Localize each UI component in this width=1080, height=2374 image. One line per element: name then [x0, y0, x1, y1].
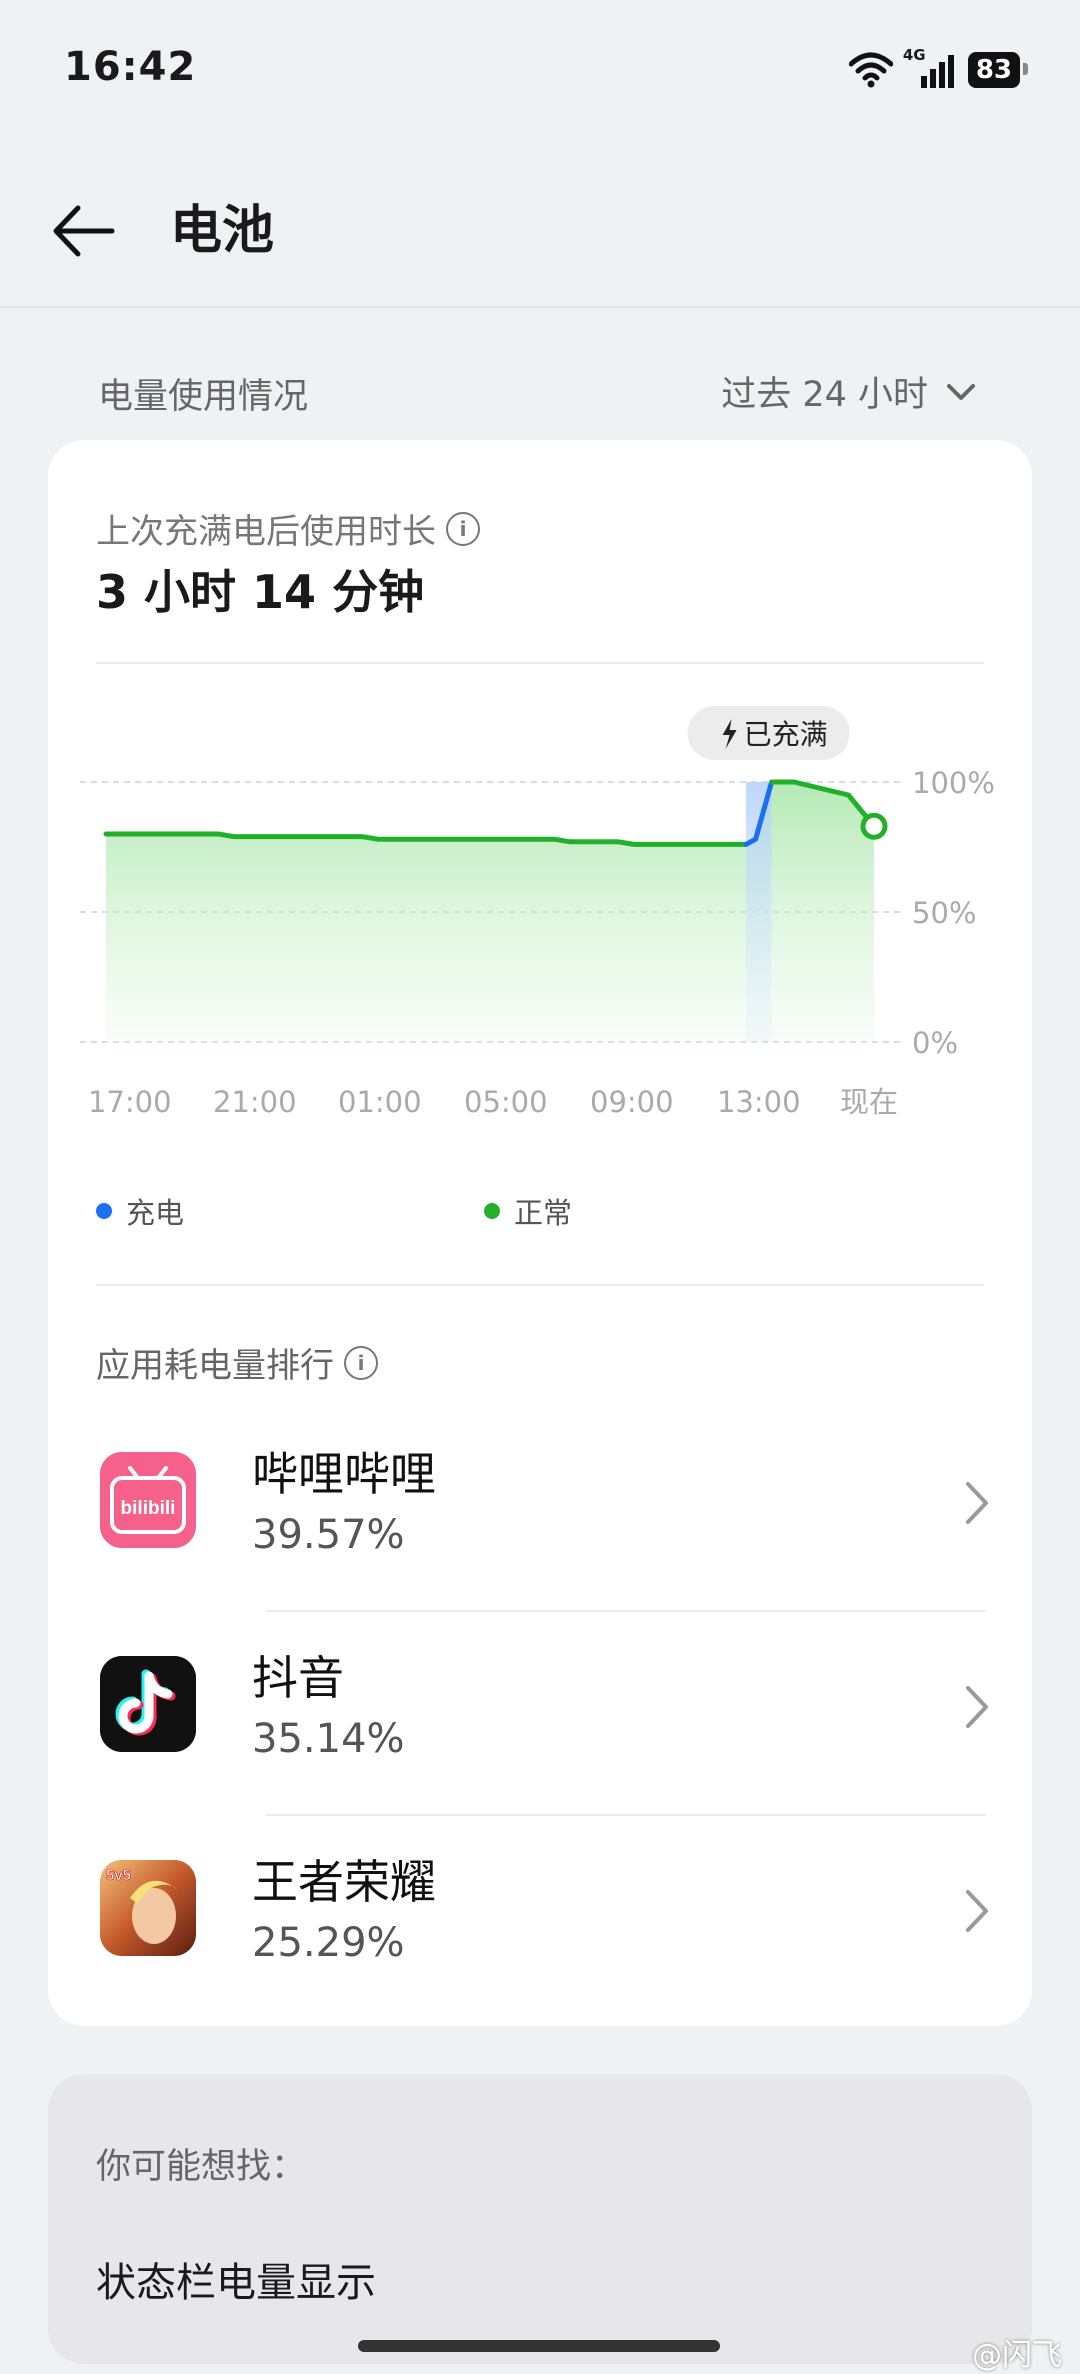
legend-label-normal: 正常: [514, 1196, 573, 1230]
app-name: 抖音: [252, 1651, 344, 1705]
bilibili-icon: bilibili: [100, 1452, 196, 1548]
back-button[interactable]: [48, 196, 128, 266]
legend-label-charging: 充电: [126, 1196, 185, 1230]
legend-dot-normal: [484, 1203, 500, 1219]
signal-icon: 4G: [903, 46, 954, 88]
battery-chart: 100% 50% 0% 17:00 21:00 01:00 05:00 09:00 13:00 现…: [80, 706, 995, 1119]
app-ranking-label: 应用耗电量排行 i: [96, 1338, 378, 1387]
info-icon[interactable]: i: [446, 511, 480, 546]
app-row-honor-of-kings[interactable]: 5v5 王者荣耀 25.29%: [48, 1816, 1032, 2020]
chevron-down-icon: [947, 383, 975, 400]
douyin-icon: [100, 1656, 196, 1752]
honor-of-kings-icon: 5v5: [100, 1860, 196, 1956]
x-tick-label: 09:00: [590, 1085, 674, 1119]
home-indicator[interactable]: [358, 2340, 720, 2352]
full-charge-label: 已充满: [744, 718, 828, 751]
suggestions-card: [48, 2074, 1032, 2364]
chevron-right-icon: [966, 1482, 988, 1524]
page-title: 电池: [170, 201, 275, 261]
app-percent: 39.57%: [252, 1512, 405, 1558]
section-label: 电量使用情况: [98, 377, 309, 417]
time-range-label: 过去 24 小时: [721, 375, 928, 415]
x-tick-label: 17:00: [88, 1085, 172, 1119]
battery-icon: 83: [967, 52, 1029, 88]
x-tick-label: 05:00: [464, 1085, 548, 1119]
usage-since-full-text: 上次充满电后使用时长: [96, 512, 436, 552]
suggestions-title: 你可能想找：: [96, 2147, 307, 2187]
x-tick-label: 01:00: [338, 1085, 422, 1119]
app-name: 哔哩哔哩: [252, 1447, 436, 1501]
app-row-bilibili[interactable]: bilibili 哔哩哔哩 39.57%: [48, 1408, 1032, 1612]
card-divider: [96, 662, 984, 664]
suggestion-item-statusbar-battery[interactable]: 状态栏电量显示: [96, 2250, 376, 2308]
status-time: 16:42: [64, 44, 197, 90]
app-name: 王者荣耀: [252, 1855, 436, 1909]
x-tick-label: 现在: [840, 1085, 898, 1119]
app-row-douyin[interactable]: 抖音 35.14%: [48, 1612, 1032, 1816]
time-range-selector[interactable]: 过去 24 小时: [721, 366, 976, 417]
y-tick-label: 0%: [912, 1026, 958, 1060]
info-icon[interactable]: i: [344, 1345, 378, 1380]
legend-normal: 正常: [484, 1190, 572, 1232]
app-percent: 35.14%: [252, 1716, 405, 1762]
x-tick-label: 21:00: [213, 1085, 297, 1119]
bilibili-icon-text: bilibili: [121, 1498, 176, 1519]
chevron-right-icon: [966, 1890, 988, 1932]
x-tick-label: 13:00: [717, 1085, 801, 1119]
y-tick-label: 50%: [912, 896, 976, 930]
watermark: @闪飞: [972, 2338, 1062, 2373]
back-arrow-icon: [53, 205, 115, 257]
battery-level: 83: [975, 55, 1012, 85]
legend-dot-charging: [96, 1203, 112, 1219]
status-icons: 4G 83: [848, 46, 1029, 90]
header-divider: [0, 306, 1080, 308]
network-type: 4G: [902, 46, 926, 64]
app-ranking-title: 应用耗电量排行: [96, 1346, 334, 1386]
wifi-icon: [848, 52, 893, 88]
card-divider: [96, 1284, 984, 1286]
usage-since-full-value: 3 小时 14 分钟: [96, 565, 425, 619]
y-tick-label: 100%: [912, 766, 995, 800]
chevron-right-icon: [966, 1686, 988, 1728]
current-level-marker: [860, 812, 888, 840]
app-percent: 25.29%: [252, 1920, 405, 1966]
legend-charging: 充电: [96, 1190, 184, 1232]
honor-of-kings-icon-text: 5v5: [106, 1867, 131, 1884]
usage-since-full-label: 上次充满电后使用时长 i: [96, 504, 480, 553]
